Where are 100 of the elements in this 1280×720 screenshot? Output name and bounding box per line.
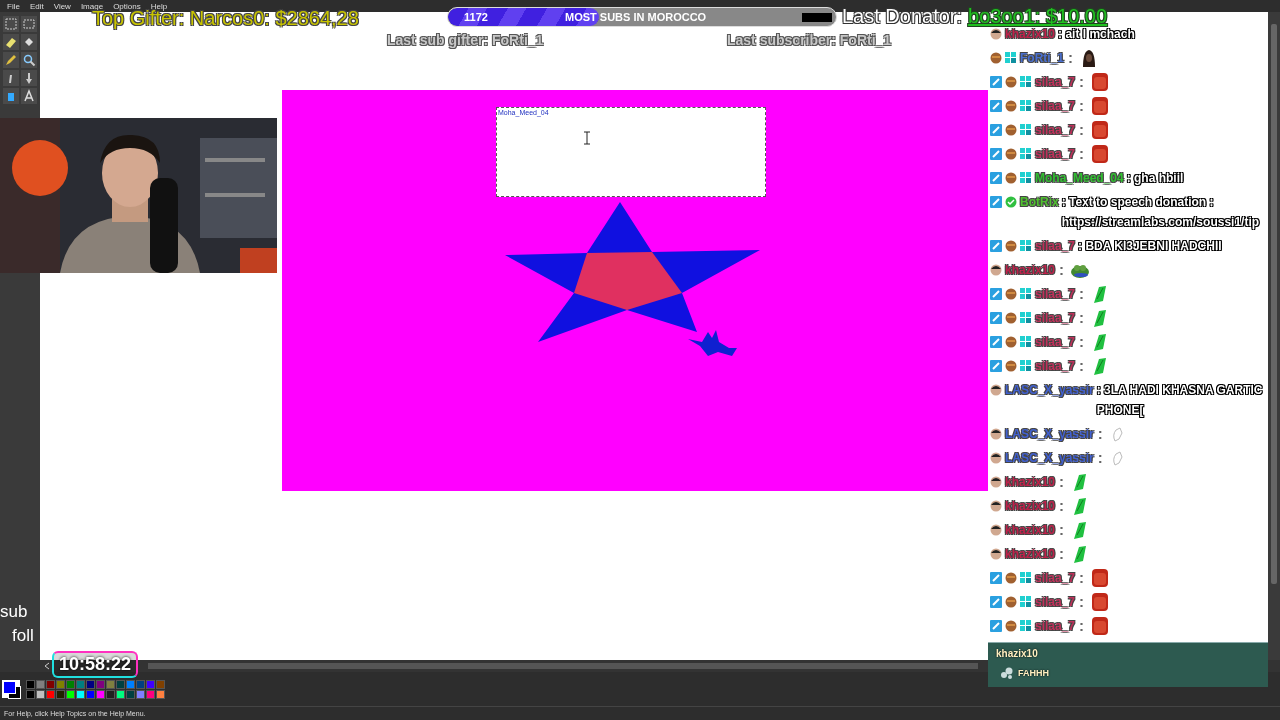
chat-message: : (1078, 592, 1086, 612)
avatar-icon (990, 548, 1002, 560)
pencil-icon[interactable] (3, 70, 19, 86)
color-swatch[interactable] (96, 689, 105, 699)
alert-user: khazix10 (996, 648, 1038, 659)
check-icon (1005, 196, 1017, 208)
crown-icon (1005, 572, 1017, 584)
chat-username[interactable]: khazix10 (1005, 520, 1056, 540)
color-swatch[interactable] (86, 679, 95, 689)
hooded-figure-icon (1080, 49, 1098, 67)
color-swatch[interactable] (156, 679, 165, 689)
color-swatch[interactable] (36, 689, 45, 699)
chat-username[interactable]: LASC_X_yassir (1005, 448, 1094, 468)
avatar-icon (990, 524, 1002, 536)
chat-message: : (1058, 472, 1066, 492)
avatar-icon (990, 384, 1002, 396)
crown-icon (1005, 148, 1017, 160)
color-swatch[interactable] (146, 689, 155, 699)
chat-username[interactable]: khazix10 (1005, 25, 1056, 44)
pencil-icon[interactable] (3, 52, 19, 68)
color-swatch[interactable] (26, 679, 35, 689)
chat-username[interactable]: silaa_7 (1035, 308, 1076, 328)
color-swatch[interactable] (56, 689, 65, 699)
crown-icon (1005, 240, 1017, 252)
grid-icon (1005, 52, 1017, 64)
current-colors[interactable] (2, 680, 20, 698)
chat-message: : ait l mchach (1058, 26, 1135, 43)
chat-username[interactable]: silaa_7 (1035, 592, 1076, 612)
menu-item[interactable]: File (2, 1, 25, 11)
censor-bar (802, 13, 832, 22)
magnifier-icon[interactable] (21, 52, 37, 68)
color-swatch[interactable] (116, 679, 125, 689)
chat-username[interactable]: khazix10 (1005, 544, 1056, 564)
rect-select-icon[interactable] (21, 16, 37, 32)
grid-icon (1020, 336, 1032, 348)
chat-message: : (1078, 568, 1086, 588)
chat-username[interactable]: silaa_7 (1035, 72, 1076, 92)
scrollbar-thumb[interactable] (1271, 24, 1277, 584)
menu-item[interactable]: Edit (24, 1, 49, 11)
chat-message: : (1058, 260, 1066, 280)
color-swatch[interactable] (106, 679, 115, 689)
grid-icon (1020, 620, 1032, 632)
color-swatch[interactable] (146, 679, 155, 689)
avatar-icon (990, 500, 1002, 512)
color-swatch[interactable] (66, 679, 75, 689)
chat-username[interactable]: khazix10 (1005, 260, 1056, 280)
color-swatch[interactable] (126, 679, 135, 689)
chat-username[interactable]: silaa_7 (1035, 120, 1076, 140)
menu-item[interactable]: View (48, 1, 76, 11)
color-swatch[interactable] (136, 689, 145, 699)
select-icon[interactable] (3, 16, 19, 32)
chat-username[interactable]: silaa_7 (1035, 236, 1076, 256)
chat-message: : (1058, 496, 1066, 516)
color-swatch[interactable] (156, 689, 165, 699)
color-swatch[interactable] (76, 679, 85, 689)
scrollbar-thumb[interactable] (148, 663, 978, 669)
chat-username[interactable]: LASC_X_yassir (1005, 380, 1094, 400)
chat-username[interactable]: silaa_7 (1035, 332, 1076, 352)
avatar-icon (990, 428, 1002, 440)
chat-username[interactable]: silaa_7 (1035, 144, 1076, 164)
chat-username[interactable]: silaa_7 (1035, 356, 1076, 376)
color-swatch[interactable] (26, 689, 35, 699)
chat-username[interactable]: LASC_X_yassir (1005, 424, 1094, 444)
grid-icon (1020, 76, 1032, 88)
text-tool-icon[interactable] (21, 88, 37, 104)
color-swatch[interactable] (36, 679, 45, 689)
scroll-left-icon[interactable] (44, 662, 50, 670)
chat-username[interactable]: FoRti_1 (1020, 48, 1064, 68)
color-swatch[interactable] (106, 689, 115, 699)
crown-icon (1005, 336, 1017, 348)
chat-username[interactable]: silaa_7 (1035, 616, 1076, 636)
color-swatch[interactable] (116, 689, 125, 699)
color-swatch[interactable] (126, 689, 135, 699)
color-swatch[interactable] (96, 679, 105, 689)
color-swatch[interactable] (76, 689, 85, 699)
chat-username[interactable]: khazix10 (1005, 472, 1056, 492)
face-icon (1091, 593, 1110, 611)
color-swatch[interactable] (46, 679, 55, 689)
chat-username[interactable]: silaa_7 (1035, 284, 1076, 304)
crown-icon (1005, 360, 1017, 372)
menu-item[interactable]: Help (145, 1, 173, 11)
chat-message: : (1096, 448, 1104, 468)
face-icon (1091, 569, 1110, 587)
color-swatch[interactable] (86, 689, 95, 699)
chat-message: : (1067, 48, 1074, 68)
chat-username[interactable]: silaa_7 (1035, 96, 1076, 116)
chat-username[interactable]: khazix10 (1005, 496, 1056, 516)
chat-username[interactable]: silaa_7 (1035, 568, 1076, 588)
eraser-icon[interactable] (3, 34, 19, 50)
color-swatch[interactable] (66, 689, 75, 699)
chat-message: : (1078, 332, 1086, 352)
chat-message: : (1078, 72, 1086, 92)
chat-message: : (1078, 96, 1086, 116)
color-swatch[interactable] (136, 679, 145, 689)
color-swatch[interactable] (46, 689, 55, 699)
crown-icon (1005, 76, 1017, 88)
crown-icon (1005, 288, 1017, 300)
face-icon (1091, 145, 1110, 163)
goal-count: 1172 (464, 11, 488, 23)
color-swatch[interactable] (56, 679, 65, 689)
